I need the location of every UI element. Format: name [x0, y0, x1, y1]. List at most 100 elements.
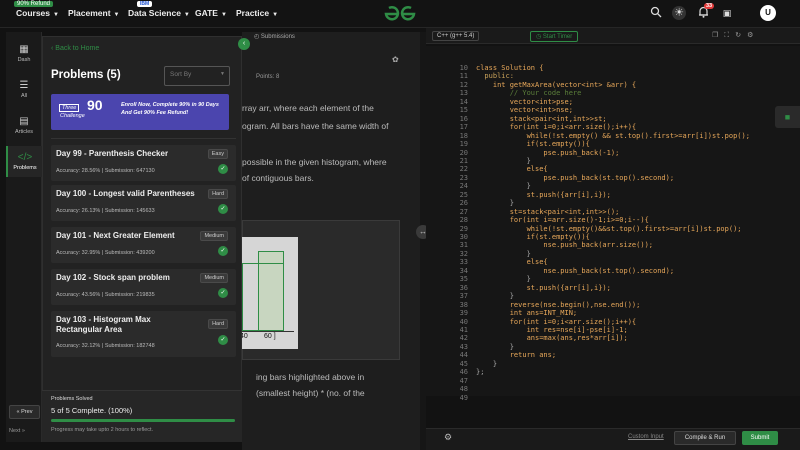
- settings-icon[interactable]: ⚙: [747, 32, 759, 39]
- line-number: 43: [459, 342, 468, 351]
- code-text: }: [476, 182, 531, 191]
- code-text: st=stack<pair<int,int>>();: [476, 207, 620, 216]
- line-number: 29: [459, 224, 468, 233]
- submit-button[interactable]: Submit: [742, 431, 778, 445]
- histogram-highlight: [242, 263, 284, 331]
- nav-courses[interactable]: Courses ▼: [16, 8, 59, 18]
- code-text: nse.push_back(arr.size());: [476, 241, 654, 250]
- three-challenge-banner[interactable]: Three Challenge 90 Enroll Now, Complete …: [51, 94, 229, 130]
- problem-row[interactable]: Day 102 - Stock span problem Medium ✓ Accur…: [51, 269, 236, 305]
- tab-submissions[interactable]: ◴ Submissions: [254, 33, 295, 40]
- problem-title: Day 99 - Parenthesis Checker: [56, 149, 169, 158]
- rail-item-all[interactable]: ☰ All: [6, 80, 42, 99]
- line-number: 33: [459, 258, 468, 267]
- chevron-down-icon: ▼: [220, 12, 227, 18]
- line-number: 40: [459, 317, 468, 326]
- difficulty-badge: Easy: [207, 149, 228, 159]
- gear-icon[interactable]: ⚙: [444, 432, 452, 443]
- line-number: 35: [459, 275, 468, 284]
- line-number: 38: [459, 300, 468, 309]
- next-button[interactable]: Next »: [9, 428, 25, 434]
- sort-by-select[interactable]: Sort By ▼: [164, 66, 230, 86]
- line-number: 44: [459, 351, 468, 360]
- problem-row[interactable]: Day 103 - Histogram Max Rectangular Area…: [51, 311, 236, 357]
- fullscreen-icon[interactable]: ⛶: [724, 32, 735, 39]
- chevron-down-icon: ▼: [220, 71, 225, 77]
- problem-row[interactable]: Day 101 - Next Greater Element Medium ✓ Acc…: [51, 227, 236, 263]
- code-text: vector<int>pse;: [476, 97, 573, 106]
- gfg-logo-icon[interactable]: [383, 5, 417, 23]
- line-number: 11: [459, 72, 468, 81]
- prev-button[interactable]: « Prev: [9, 405, 40, 419]
- code-text: else{: [476, 258, 548, 267]
- code-text: }: [476, 342, 514, 351]
- collapse-panel-icon[interactable]: ‹: [238, 38, 250, 50]
- code-text: for(int i=0;i<arr.size();i++){: [476, 123, 637, 132]
- nav-practice[interactable]: Practice ▼: [236, 8, 278, 18]
- problem-stats: Accuracy: 43.56% | Submission: 219835: [56, 292, 155, 298]
- code-text: pse.push_back(st.top().second);: [476, 173, 675, 182]
- custom-input-link[interactable]: Custom Input: [628, 434, 664, 440]
- line-number: 16: [459, 114, 468, 123]
- rail-item-dash[interactable]: ▦ Dash: [6, 44, 42, 63]
- rail-item-articles[interactable]: ▤ Articles: [6, 116, 42, 135]
- copy-icon[interactable]: ❐: [712, 32, 724, 39]
- line-number: 20: [459, 148, 468, 157]
- compile-run-button[interactable]: Compile & Run: [674, 431, 736, 445]
- nav-placement[interactable]: Placement ▼: [68, 8, 119, 18]
- code-text: // Your code here: [476, 89, 582, 98]
- language-select[interactable]: C++ (g++ 5.4): [432, 31, 480, 41]
- line-number: 19: [459, 140, 468, 149]
- nav-gate[interactable]: GATE ▼: [195, 8, 227, 18]
- desc-line: (smallest height) * (no. of the: [256, 388, 365, 398]
- code-text: }: [476, 292, 514, 301]
- translate-icon[interactable]: ▣: [720, 6, 734, 20]
- divider: [51, 138, 236, 139]
- problem-title: Day 100 - Longest valid Parentheses: [56, 189, 195, 198]
- nav-data-science[interactable]: Data Science ▼: [128, 8, 190, 18]
- search-icon[interactable]: [649, 6, 663, 20]
- line-number: 31: [459, 241, 468, 250]
- book-icon: ▤: [19, 116, 29, 127]
- code-text: }: [476, 156, 531, 165]
- line-number: 24: [459, 182, 468, 191]
- line-number: 22: [459, 165, 468, 174]
- code-editor[interactable]: 10 class Solution {11 public: 12 int getMa…: [426, 46, 800, 402]
- line-number: 23: [459, 173, 468, 182]
- check-icon: ✓: [218, 164, 228, 174]
- start-timer-button[interactable]: ◷ Start Timer: [530, 31, 579, 42]
- back-to-home-link[interactable]: ‹ Back to Home: [51, 45, 99, 52]
- code-text: st.push({arr[i],i});: [476, 190, 611, 199]
- line-number: 12: [459, 80, 468, 89]
- difficulty-badge: Hard: [208, 189, 228, 199]
- line-number: 25: [459, 190, 468, 199]
- timer-icon: ◷: [536, 34, 543, 40]
- code-text: }: [476, 249, 531, 258]
- line-number: 18: [459, 131, 468, 140]
- rail-item-problems[interactable]: </> Problems: [6, 146, 42, 177]
- bug-icon[interactable]: ✿: [392, 55, 399, 64]
- code-text: stack<pair<int,int>>st;: [476, 114, 607, 123]
- line-number: 45: [459, 359, 468, 368]
- avatar[interactable]: U: [760, 5, 776, 21]
- line-number: 47: [459, 376, 468, 385]
- code-text: if(st.empty()){: [476, 140, 590, 149]
- reset-icon[interactable]: ↻: [735, 32, 747, 39]
- code-text: vector<int>nse;: [476, 106, 573, 115]
- line-number: 42: [459, 334, 468, 343]
- line-number: 30: [459, 233, 468, 241]
- check-icon: ✓: [218, 204, 228, 214]
- problem-row[interactable]: Day 100 - Longest valid Parentheses Hard ✓…: [51, 185, 236, 221]
- code-text: st.push({arr[i],i});: [476, 283, 611, 292]
- code-line: 49: [426, 394, 800, 403]
- editor-actions[interactable]: ❐⛶↻⚙: [712, 31, 759, 40]
- line-number: 49: [459, 393, 468, 402]
- desc-line: rray arr, where each element of the: [242, 103, 374, 113]
- problem-row[interactable]: Day 99 - Parenthesis Checker Easy ✓ Accurac…: [51, 145, 236, 181]
- code-text: }: [476, 199, 514, 208]
- histogram-plot: 40 60 ]: [240, 237, 298, 349]
- chat-icon[interactable]: ■: [775, 106, 800, 128]
- code-text: nse.push_back(st.top().second);: [476, 266, 675, 275]
- theme-toggle-icon[interactable]: ☀: [672, 6, 686, 20]
- histogram-axis: [242, 331, 294, 332]
